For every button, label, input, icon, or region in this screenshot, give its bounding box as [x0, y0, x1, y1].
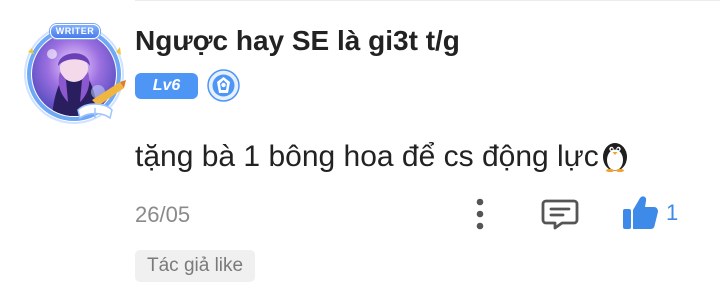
author-liked-tag: Tác giả like	[135, 250, 256, 282]
level-badge: Lv6	[135, 73, 198, 99]
thumbs-up-icon	[623, 196, 658, 229]
comment-body: tặng bà 1 bông hoa để cs động lực	[135, 140, 599, 173]
like-button[interactable]: 1	[620, 193, 678, 233]
avatar[interactable]: WRITER	[22, 22, 126, 126]
like-count: 1	[666, 200, 679, 225]
shield-badge-icon	[207, 69, 240, 102]
top-divider	[135, 0, 720, 1]
comment-icon[interactable]	[541, 197, 579, 231]
writer-badge: WRITER	[50, 24, 100, 39]
comment-date: 26/05	[135, 202, 191, 227]
username[interactable]: Ngược hay SE là gi3t t/g	[135, 25, 460, 57]
comment-text: tặng bà 1 bông hoa để cs động lực	[135, 138, 630, 174]
more-vertical-icon[interactable]	[467, 196, 493, 232]
penguin-icon	[602, 143, 627, 172]
